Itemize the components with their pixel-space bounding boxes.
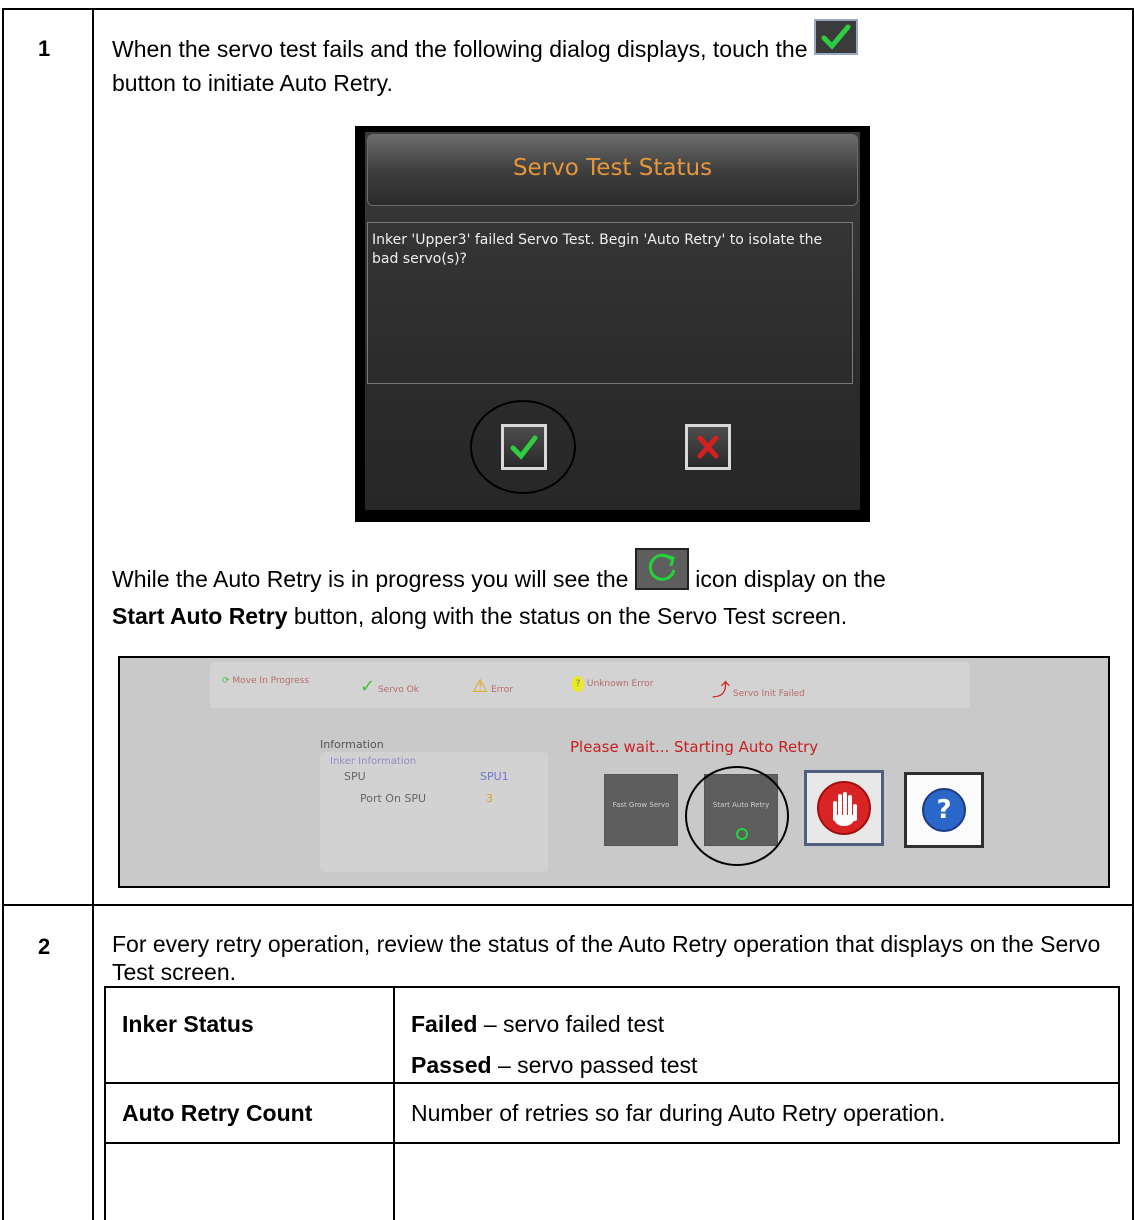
legend-label: Servo Ok — [377, 685, 419, 695]
legend-label: Error — [491, 685, 513, 695]
status-table-right — [1118, 986, 1120, 1144]
status-passed: Passed – servo passed test — [411, 1051, 697, 1079]
status-failed: Failed – servo failed test — [411, 1010, 664, 1038]
progress-text-end: button, along with the status on the Ser… — [293, 603, 848, 629]
dialog-message: Inker 'Upper3' failed Servo Test. Begin … — [372, 232, 823, 267]
status-legend: ⟳ Move In Progress ✓ Servo Ok ⚠ Error ? … — [210, 662, 970, 708]
legend-label: Servo Init Failed — [732, 689, 805, 699]
legend-label: Move In Progress — [232, 676, 310, 686]
status-passed-term: Passed — [411, 1052, 492, 1078]
table-column-divider — [92, 8, 94, 1220]
status-table-row-divider — [104, 1082, 1120, 1084]
legend-servo-ok: ✓ Servo Ok — [360, 676, 419, 697]
dialog-title: Servo Test Status — [512, 155, 713, 181]
highlight-circle-confirm — [470, 400, 576, 494]
servo-test-status-dialog: Servo Test Status Inker 'Upper3' failed … — [355, 126, 870, 522]
legend-unknown-error: ? Unknown Error — [572, 676, 653, 692]
field-inker-status: Inker Status — [122, 1011, 254, 1037]
red-x-icon — [697, 435, 719, 459]
green-check-icon — [813, 19, 858, 55]
information-box: Inker Information SPU SPU1 Port On SPU 3 — [320, 752, 548, 872]
status-table-bottom — [104, 1142, 1120, 1144]
status-table-left — [104, 986, 106, 1220]
port-on-spu-value: 3 — [486, 792, 493, 805]
status-table-top — [104, 986, 1120, 988]
green-refresh-icon — [634, 548, 689, 590]
status-passed-desc: – servo passed test — [491, 1052, 698, 1078]
table-row-divider — [2, 904, 1134, 906]
step-1-progress-text: While the Auto Retry is in progress you … — [112, 548, 1122, 630]
button-label: Fast Grow Servo — [612, 801, 670, 809]
spu-value: SPU1 — [480, 770, 509, 783]
progress-text-after: icon display on the — [695, 566, 886, 593]
progress-text-before: While the Auto Retry is in progress you … — [112, 566, 629, 593]
dialog-body: Servo Test Status Inker 'Upper3' failed … — [365, 132, 860, 510]
legend-move-in-progress: ⟳ Move In Progress — [222, 676, 309, 686]
start-auto-retry-bold: Start Auto Retry — [112, 603, 288, 629]
field-auto-retry-count: Auto Retry Count — [122, 1100, 313, 1126]
legend-servo-init-failed: ⤴ Servo Init Failed — [712, 676, 805, 702]
stop-button[interactable] — [804, 770, 884, 846]
status-table-col-divider — [393, 986, 395, 1220]
servo-init-failed-icon: ⤴ — [712, 680, 730, 701]
svg-text:?: ? — [936, 795, 951, 825]
inker-information-label: Inker Information — [330, 756, 417, 767]
step-2-instruction: For every retry operation, review the st… — [112, 931, 1101, 985]
unknown-error-icon: ? — [572, 676, 584, 692]
cancel-button[interactable] — [685, 424, 731, 470]
help-question-icon: ? — [922, 788, 966, 832]
servo-test-screen: ⟳ Move In Progress ✓ Servo Ok ⚠ Error ? … — [118, 656, 1110, 888]
help-button[interactable]: ? — [904, 772, 984, 848]
stop-hand-icon — [817, 781, 871, 835]
step-1-instruction: When the servo test fails and the follow… — [112, 19, 1112, 97]
status-message: Please wait... Starting Auto Retry — [570, 738, 819, 756]
dialog-title-bar: Servo Test Status — [367, 134, 858, 206]
move-in-progress-icon: ⟳ — [222, 676, 230, 686]
table-border-left — [2, 8, 4, 1220]
port-on-spu-label: Port On SPU — [360, 792, 427, 805]
warning-icon: ⚠ — [472, 676, 489, 697]
step-1-text-before: When the servo test fails and the follow… — [112, 36, 808, 63]
dialog-message-box: Inker 'Upper3' failed Servo Test. Begin … — [367, 222, 853, 384]
status-failed-desc: – servo failed test — [477, 1011, 665, 1037]
information-title: Information — [320, 738, 384, 751]
legend-label: Unknown Error — [586, 679, 654, 689]
step-1-text-after: button to initiate Auto Retry. — [112, 70, 393, 96]
status-failed-term: Failed — [411, 1011, 478, 1037]
fast-grow-servo-button[interactable]: Fast Grow Servo — [604, 774, 678, 846]
auto-retry-count-desc: Number of retries so far during Auto Ret… — [411, 1100, 946, 1126]
spu-label: SPU — [344, 770, 366, 783]
table-border-top — [2, 8, 1134, 10]
legend-error: ⚠ Error — [472, 676, 513, 697]
highlight-circle-auto-retry — [685, 766, 789, 866]
step-number: 1 — [38, 36, 51, 61]
step-number: 2 — [38, 934, 51, 959]
servo-ok-icon: ✓ — [360, 676, 376, 697]
